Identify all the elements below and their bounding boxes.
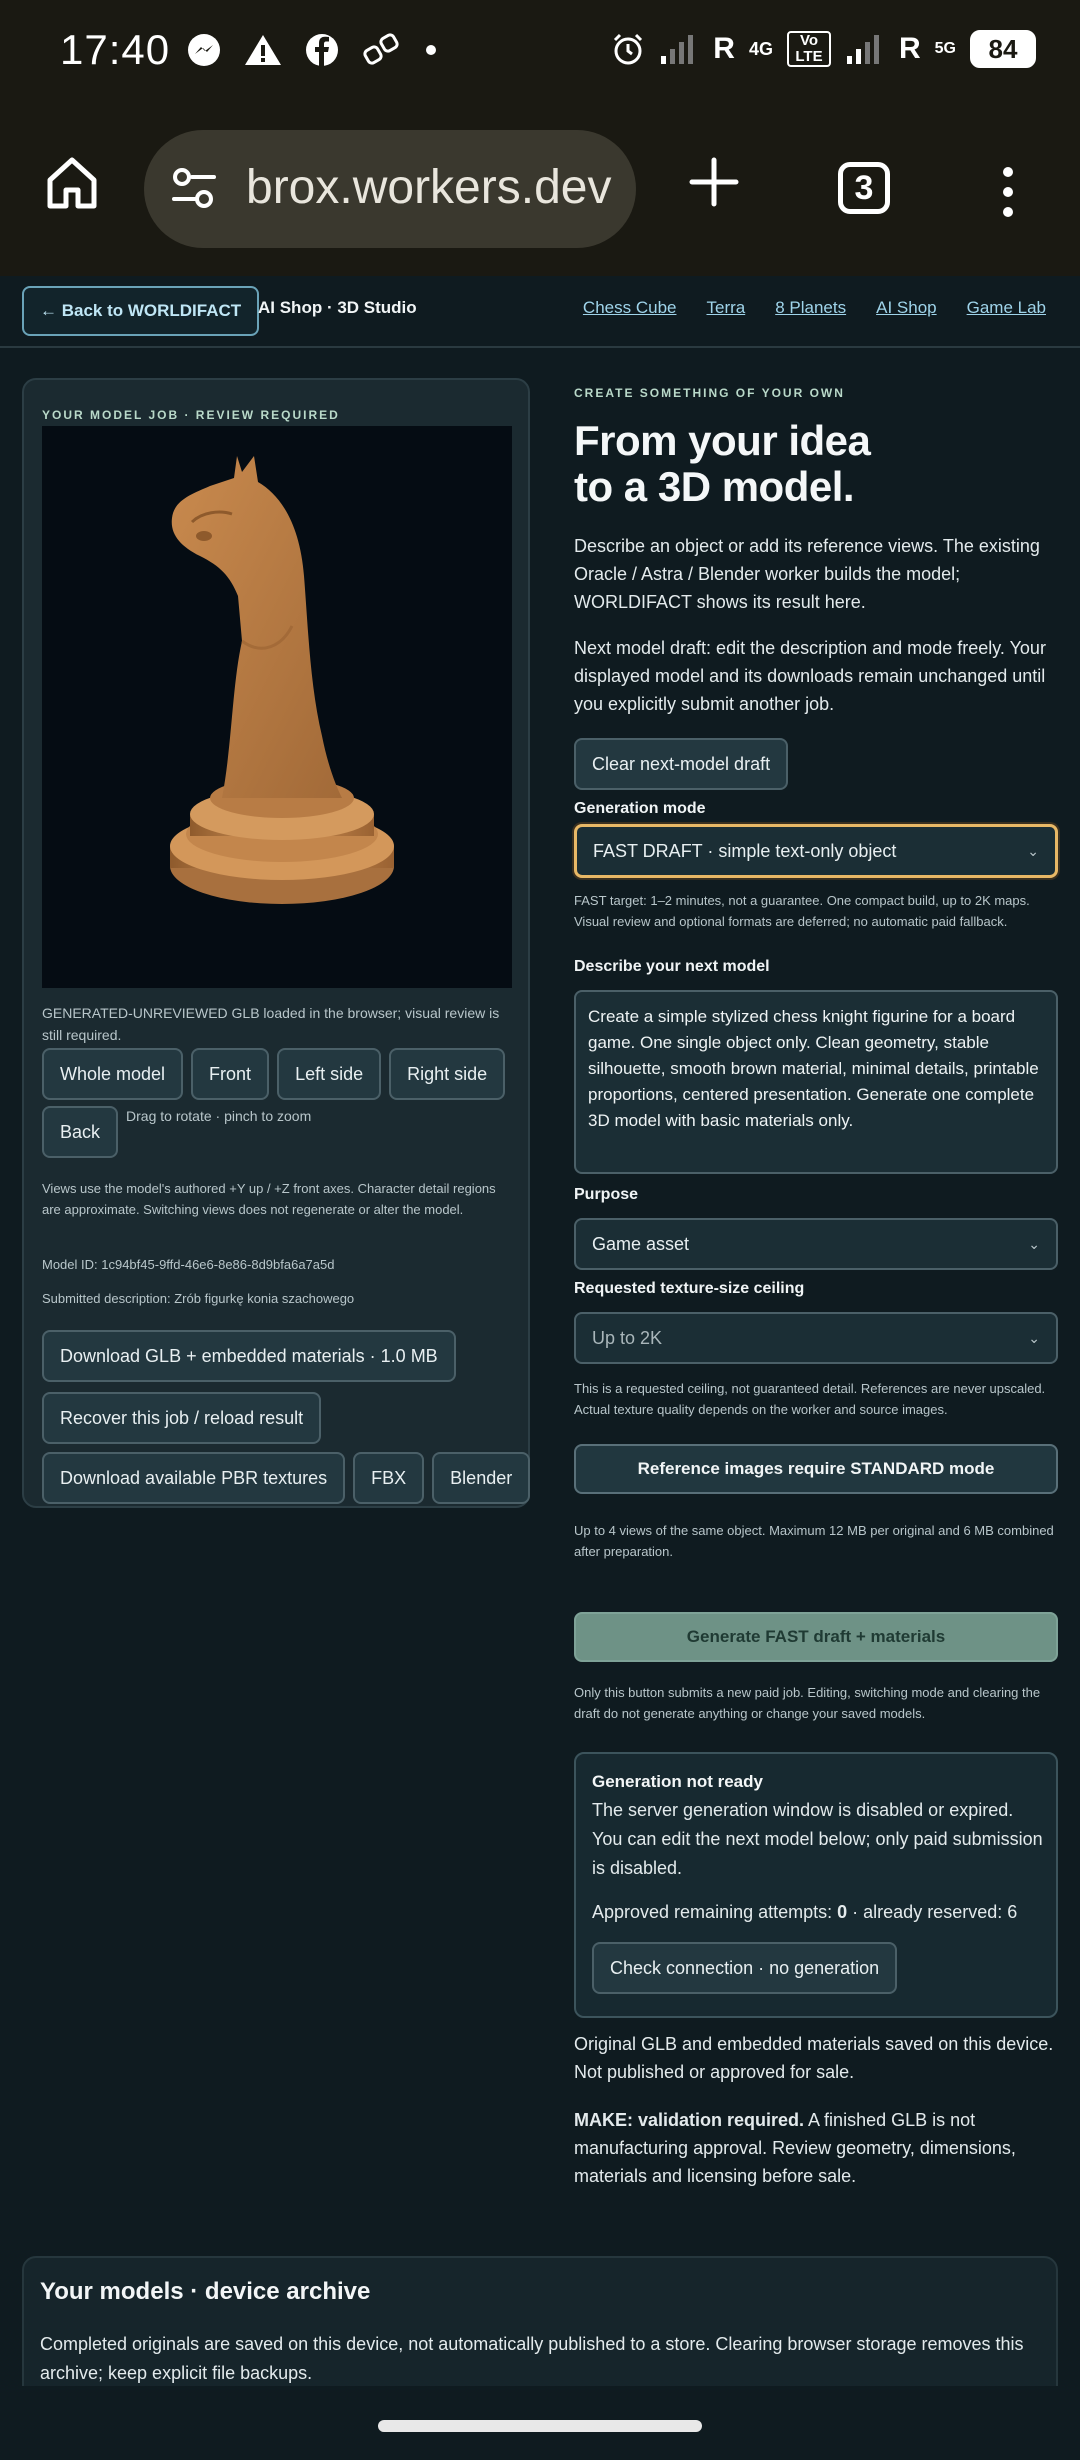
status-title: Generation not ready bbox=[592, 1772, 763, 1791]
new-tab-icon[interactable] bbox=[686, 154, 742, 210]
chevron-down-icon: ⌄ bbox=[1028, 1329, 1040, 1346]
site-brand: AI Shop · 3D Studio bbox=[258, 298, 417, 317]
generation-mode-select[interactable]: FAST DRAFT · simple text-only object ⌄ bbox=[574, 824, 1058, 878]
chess-knight-model bbox=[170, 456, 394, 904]
messenger-icon bbox=[188, 34, 220, 66]
model-job-eyebrow: YOUR MODEL JOB · REVIEW REQUIRED bbox=[42, 408, 340, 422]
generate-button[interactable]: Generate FAST draft + materials bbox=[574, 1612, 1058, 1662]
back-to-worldifact-button[interactable]: ← Back to WORLDIFACT bbox=[22, 286, 260, 336]
status-body: The server generation window is disabled… bbox=[592, 1800, 1043, 1878]
viewer-caption: GENERATED-UNREVIEWED GLB loaded in the b… bbox=[42, 1005, 500, 1043]
home-gesture-handle[interactable] bbox=[378, 2420, 702, 2432]
nav-link-terra[interactable]: Terra bbox=[706, 298, 745, 318]
view-right-side-button[interactable]: Right side bbox=[389, 1048, 506, 1100]
model-id: Model ID: 1c94bf45-9ffd-46e6-8e86-8d9bfa… bbox=[42, 1257, 335, 1272]
headline-line-2: to a 3D model. bbox=[574, 463, 855, 510]
describe-label: Describe your next model bbox=[574, 958, 770, 975]
check-connection-button[interactable]: Check connection · no generation bbox=[592, 1942, 898, 1994]
site-nav: ← Back to WORLDIFACT AI Shop · 3D Studio… bbox=[0, 276, 1080, 348]
purpose-value: Game asset bbox=[592, 1233, 690, 1254]
more-options-icon[interactable] bbox=[996, 164, 1020, 220]
generation-status-card: Generation not ready The server generati… bbox=[574, 1752, 1058, 2018]
download-fbx-button[interactable]: FBX bbox=[353, 1452, 425, 1504]
address-bar[interactable]: brox.workers.dev bbox=[144, 130, 636, 248]
view-front-button[interactable]: Front bbox=[191, 1048, 270, 1100]
volte-badge: Vo LTE bbox=[786, 31, 831, 67]
home-icon[interactable] bbox=[42, 152, 102, 212]
facebook-icon bbox=[306, 34, 338, 66]
nav-link-ai-shop[interactable]: AI Shop bbox=[876, 298, 937, 318]
archive-text: Completed originals are saved on this de… bbox=[40, 2334, 1024, 2383]
make-note: MAKE: validation required. A finished GL… bbox=[574, 2110, 1016, 2186]
headline-line-1: From your idea bbox=[574, 417, 871, 464]
create-eyebrow: CREATE SOMETHING OF YOUR OWN bbox=[574, 386, 845, 400]
recover-job-button[interactable]: Recover this job / reload result bbox=[42, 1392, 322, 1444]
clear-draft-button[interactable]: Clear next-model draft bbox=[574, 738, 789, 790]
generation-mode-label: Generation mode bbox=[574, 800, 706, 817]
texture-label: Requested texture-size ceiling bbox=[574, 1280, 805, 1297]
nav-link-game-lab[interactable]: Game Lab bbox=[967, 298, 1046, 318]
nav-link-8-planets[interactable]: 8 Planets bbox=[775, 298, 846, 318]
page-title: From your idea to a 3D model. bbox=[574, 417, 871, 510]
texture-value: Up to 2K bbox=[592, 1327, 663, 1348]
signal-2-icon bbox=[846, 35, 879, 64]
model-viewer-canvas[interactable] bbox=[42, 426, 512, 988]
intro-text: Describe an object or add its reference … bbox=[574, 536, 1040, 612]
draft-note: Next model draft: edit the description a… bbox=[574, 638, 1046, 714]
clock: 17:40 bbox=[60, 26, 171, 73]
signal-icon bbox=[661, 35, 694, 64]
texture-select[interactable]: Up to 2K ⌄ bbox=[574, 1312, 1058, 1364]
submitted-description: Submitted description: Zrób figurkę koni… bbox=[42, 1291, 355, 1306]
description-textarea[interactable]: Create a simple stylized chess knight fi… bbox=[574, 990, 1058, 1174]
warning-icon bbox=[245, 35, 281, 65]
chevron-down-icon: ⌄ bbox=[1028, 1235, 1040, 1252]
reference-note: Up to 4 views of the same object. Maximu… bbox=[574, 1523, 1054, 1559]
link-icon bbox=[363, 33, 399, 65]
generate-note: Only this button submits a new paid job.… bbox=[574, 1685, 1041, 1721]
view-back-button[interactable]: Back bbox=[42, 1106, 119, 1158]
nav-link-chess-cube[interactable]: Chess Cube bbox=[583, 298, 677, 318]
view-whole-model-button[interactable]: Whole model bbox=[42, 1048, 184, 1100]
network-4g-label: 4G bbox=[748, 38, 773, 59]
saved-note: Original GLB and embedded materials save… bbox=[574, 2034, 1054, 2082]
url-text: brox.workers.dev bbox=[246, 161, 612, 214]
network-5g-label: 5G bbox=[934, 40, 956, 57]
chevron-down-icon: ⌄ bbox=[1027, 842, 1039, 859]
generation-mode-value: FAST DRAFT · simple text-only object bbox=[593, 840, 897, 861]
purpose-label: Purpose bbox=[574, 1186, 639, 1203]
attempts-value: 0 bbox=[837, 1902, 848, 1922]
model-job-card: YOUR MODEL JOB · REVIEW REQUIRED GENERAT… bbox=[22, 378, 531, 1508]
status-bar: 17:40 R 4G Vo LTE R 5G 84 bbox=[0, 0, 1080, 108]
view-left-side-button[interactable]: Left side bbox=[277, 1048, 382, 1100]
browser-toolbar: brox.workers.dev 3 bbox=[0, 108, 1080, 276]
mode-note: FAST target: 1–2 minutes, not a guarante… bbox=[574, 893, 1030, 929]
alarm-icon bbox=[614, 33, 643, 65]
drag-hint: Drag to rotate · pinch to zoom bbox=[126, 1108, 312, 1124]
network-r1-label: R bbox=[713, 32, 735, 65]
download-pbr-button[interactable]: Download available PBR textures bbox=[42, 1452, 346, 1504]
web-page: ← Back to WORLDIFACT AI Shop · 3D Studio… bbox=[0, 276, 1080, 2416]
attempts-line: Approved remaining attempts: 0 · already… bbox=[592, 1902, 1018, 1922]
views-note: Views use the model's authored +Y up / +… bbox=[42, 1181, 496, 1217]
tab-switcher-button[interactable]: 3 bbox=[838, 162, 890, 214]
download-blender-button[interactable]: Blender bbox=[432, 1452, 531, 1504]
battery-icon: 84 bbox=[970, 30, 1036, 68]
view-buttons: Whole model Front Left side Right side bbox=[42, 1048, 506, 1100]
site-settings-icon[interactable] bbox=[168, 163, 220, 215]
texture-note: This is a requested ceiling, not guarant… bbox=[574, 1381, 1046, 1417]
archive-title: Your models · device archive bbox=[40, 2278, 371, 2305]
dot-icon bbox=[426, 45, 436, 55]
purpose-select[interactable]: Game asset ⌄ bbox=[574, 1218, 1058, 1270]
reference-images-button[interactable]: Reference images require STANDARD mode bbox=[574, 1444, 1058, 1494]
download-glb-button[interactable]: Download GLB + embedded materials · 1.0 … bbox=[42, 1330, 456, 1382]
nav-links: Chess Cube Terra 8 Planets AI Shop Game … bbox=[583, 298, 1046, 318]
gesture-bar bbox=[0, 2386, 1080, 2460]
network-r2-label: R bbox=[898, 32, 921, 65]
